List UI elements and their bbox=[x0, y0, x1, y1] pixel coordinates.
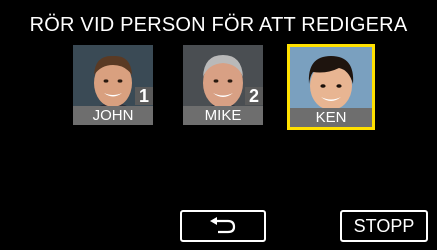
face-card-john[interactable]: 1 JOHN bbox=[73, 45, 153, 125]
return-arrow-icon bbox=[210, 217, 236, 234]
screen-title: RÖR VID PERSON FÖR ATT REDIGERA bbox=[29, 14, 408, 36]
face-card-ken[interactable]: KEN bbox=[287, 44, 375, 130]
face-name-label: MIKE bbox=[183, 106, 263, 125]
face-card-mike[interactable]: 2 MIKE bbox=[183, 45, 263, 125]
stop-button[interactable]: STOPP bbox=[340, 210, 428, 242]
stop-button-label: STOPP bbox=[353, 215, 415, 236]
face-number-badge: 2 bbox=[244, 87, 263, 105]
face-number-badge: 1 bbox=[134, 87, 153, 105]
back-button[interactable] bbox=[180, 210, 266, 242]
face-name-label: JOHN bbox=[73, 106, 153, 125]
face-name-label: KEN bbox=[290, 108, 372, 127]
